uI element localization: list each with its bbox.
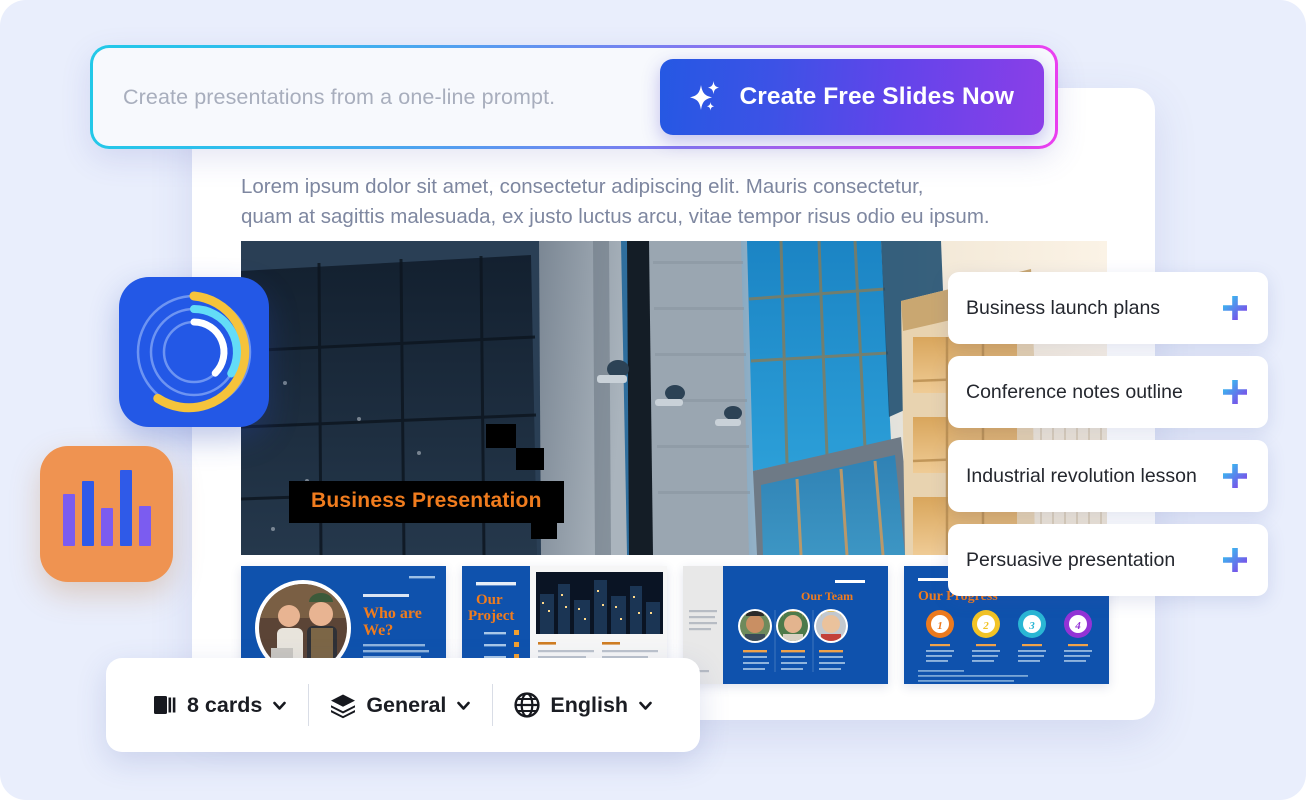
language-selector[interactable]: English [493, 691, 674, 719]
app-stage: Lorem ipsum dolor sit amet, consectetur … [0, 0, 1306, 800]
suggestion-label: Industrial revolution lesson [966, 465, 1220, 488]
suggestion-card-business-launch-plans[interactable]: Business launch plans [948, 272, 1268, 344]
suggestion-label: Conference notes outline [966, 381, 1220, 404]
svg-text:3: 3 [1028, 620, 1035, 632]
sparkle-icon [686, 77, 726, 117]
tone-selector[interactable]: General [309, 691, 492, 719]
slide-options-toolbar: 8 cards General [106, 658, 700, 752]
plus-icon[interactable] [1220, 545, 1250, 575]
globe-icon [513, 691, 541, 719]
layers-icon [329, 691, 357, 719]
language-label: English [550, 693, 628, 718]
bar-chart-app-icon[interactable] [40, 446, 173, 582]
plus-icon[interactable] [1220, 461, 1250, 491]
svg-text:Our Team: Our Team [801, 589, 853, 603]
chevron-down-icon [637, 697, 654, 714]
suggestion-card-industrial-revolution-lesson[interactable]: Industrial revolution lesson [948, 440, 1268, 512]
concentric-arcs-icon [119, 277, 269, 427]
suggestion-card-conference-notes-outline[interactable]: Conference notes outline [948, 356, 1268, 428]
chart-bar-5 [139, 506, 151, 546]
prompt-input[interactable]: Create presentations from a one-line pro… [123, 85, 660, 110]
svg-text:4: 4 [1074, 620, 1081, 632]
suggestion-card-persuasive-presentation[interactable]: Persuasive presentation [948, 524, 1268, 596]
svg-text:Our: Our [476, 592, 503, 608]
prompt-input-wrapper: Create presentations from a one-line pro… [93, 48, 1055, 146]
create-free-slides-button[interactable]: Create Free Slides Now [660, 59, 1044, 135]
suggestion-label: Business launch plans [966, 297, 1220, 320]
chart-bar-3 [101, 508, 113, 546]
cards-count-selector[interactable]: 8 cards [132, 692, 308, 718]
svg-text:Project: Project [468, 608, 514, 624]
chart-bar-1 [63, 494, 75, 546]
svg-text:1: 1 [937, 620, 943, 632]
tone-label: General [366, 693, 446, 718]
body-line-2: quam at sagittis malesuada, ex justo luc… [241, 202, 1001, 232]
cards-icon [152, 692, 178, 718]
chart-bar-4 [120, 470, 132, 546]
thumbnail-slide-3[interactable]: Our Team [683, 566, 888, 684]
svg-text:2: 2 [982, 620, 989, 632]
hero-caption: Business Presentation [289, 481, 564, 523]
cards-count-label: 8 cards [187, 693, 262, 718]
plus-icon[interactable] [1220, 293, 1250, 323]
slide-3-preview: Our Team [683, 566, 888, 684]
rings-app-icon[interactable] [119, 277, 269, 427]
chevron-down-icon [271, 697, 288, 714]
prompt-bar: Create presentations from a one-line pro… [90, 45, 1058, 149]
chevron-down-icon [455, 697, 472, 714]
svg-text:Who are: Who are [363, 605, 422, 622]
cta-label: Create Free Slides Now [739, 83, 1014, 111]
suggestion-label: Persuasive presentation [966, 549, 1220, 572]
document-body-text: Lorem ipsum dolor sit amet, consectetur … [241, 172, 1001, 232]
plus-icon[interactable] [1220, 377, 1250, 407]
body-line-1: Lorem ipsum dolor sit amet, consectetur … [241, 172, 1001, 202]
svg-text:We?: We? [363, 622, 393, 639]
chart-bar-2 [82, 481, 94, 546]
